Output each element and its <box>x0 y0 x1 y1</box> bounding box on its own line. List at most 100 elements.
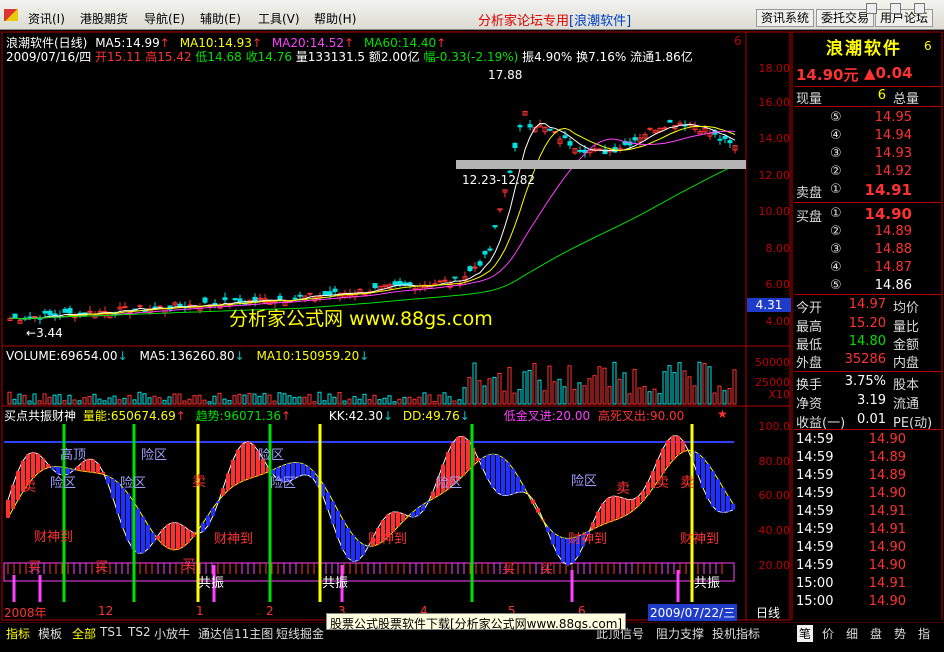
ma-line <box>9 123 736 320</box>
buy-level: ① <box>830 206 842 221</box>
volume-bar <box>612 361 617 405</box>
volume-bar <box>307 394 312 405</box>
watermark: 分析家公式网 www.88gs.com <box>229 308 493 330</box>
candle-body <box>442 279 448 282</box>
volume-bar <box>652 388 657 405</box>
volume-bar <box>522 371 527 405</box>
candle-body <box>27 316 33 319</box>
volume-bar <box>517 389 522 405</box>
volume-bar <box>662 371 667 405</box>
buy-price: 14.89 <box>874 224 912 239</box>
rtab-trend[interactable]: 势 <box>894 625 906 642</box>
tab-xiaofangniu[interactable]: 小放牛 <box>154 625 190 642</box>
candle-body <box>32 316 38 319</box>
volume-bar <box>397 398 402 405</box>
close-icon[interactable] <box>914 3 925 14</box>
price-tick: 6.00 <box>765 278 791 291</box>
tick-price: 14.91 <box>868 522 906 537</box>
rtab-tick[interactable]: 笔 <box>797 625 814 642</box>
tab-support[interactable]: 阻力支撑 <box>656 625 704 642</box>
volume-bar <box>132 399 137 405</box>
volume-bar <box>337 391 342 405</box>
wealth-label: 财神到 <box>680 532 720 547</box>
candle-body <box>177 303 183 307</box>
volume-bar <box>332 396 337 405</box>
volume-bar <box>297 396 302 405</box>
info-system-button[interactable]: 资讯系统 <box>756 9 815 27</box>
top-label: 高顶 <box>60 448 87 463</box>
menu-info[interactable]: 资讯(I) <box>28 10 65 27</box>
volume-bar <box>342 400 347 405</box>
price-change: ▲0.04 <box>864 64 913 82</box>
candle-body <box>577 149 583 152</box>
stat-value: 14.80 <box>848 334 886 349</box>
volume-bars <box>7 361 737 405</box>
buy-label: 买 <box>502 562 516 577</box>
rtab-detail[interactable]: 细 <box>846 625 858 642</box>
tab-template[interactable]: 模板 <box>38 625 62 642</box>
volume-bar <box>442 392 447 405</box>
volume-scale: X10 <box>768 388 790 401</box>
volume-bar <box>22 394 27 405</box>
volume-bar <box>322 400 327 405</box>
tab-all[interactable]: 全部 <box>72 625 96 642</box>
volume-bar <box>42 393 47 405</box>
ma-line <box>9 164 736 320</box>
tab-ts1[interactable]: TS1 <box>100 625 123 639</box>
stock-name: 浪潮软件 <box>826 39 902 59</box>
sell-label: 卖 <box>192 474 206 490</box>
max-price-label: 17.88 <box>488 68 523 82</box>
volume-bar <box>47 396 52 405</box>
volume-bar <box>467 377 472 405</box>
volume-bar <box>202 399 207 405</box>
rtab-book[interactable]: 盘 <box>870 625 882 642</box>
indicator-tick: 80.00 <box>758 455 791 468</box>
volume-label: 量133131.5 <box>295 50 366 64</box>
period-label: 日线 <box>756 606 781 620</box>
volume-bar <box>462 387 467 405</box>
volume-bar <box>227 400 232 405</box>
volume-bar <box>102 400 107 405</box>
volume-bar <box>97 398 102 405</box>
menu-aux[interactable]: 辅助(E) <box>200 10 241 27</box>
volume-bar <box>57 394 62 405</box>
menu-nav[interactable]: 导航(E) <box>144 10 185 27</box>
volume-bar <box>727 388 732 405</box>
volume-bar <box>457 399 462 405</box>
menu-tools[interactable]: 工具(V) <box>258 10 300 27</box>
price-tick: 10.00 <box>758 205 791 218</box>
volume-bar <box>222 398 227 405</box>
rtab-price[interactable]: 价 <box>822 625 834 642</box>
minimize-icon[interactable] <box>866 3 877 14</box>
volume-bar <box>237 393 242 405</box>
volume-bar <box>472 362 477 405</box>
amplitude-label: 振4.90% <box>522 50 573 64</box>
tab-short-line[interactable]: 短线掘金 <box>276 625 324 642</box>
volume-bar <box>232 395 237 405</box>
tab-indicator[interactable]: 指标 <box>6 625 30 642</box>
tick-time: 14:59 <box>796 540 834 555</box>
date-tick: 1 <box>196 604 204 618</box>
candle-body <box>717 138 723 141</box>
buy-price: 14.86 <box>874 278 912 293</box>
volume-bar <box>192 395 197 405</box>
indicator-tick: 40.00 <box>758 524 791 537</box>
tab-tdx11[interactable]: 通达信11主图 <box>198 625 273 642</box>
buy-price: 14.88 <box>874 242 912 257</box>
menu-help[interactable]: 帮助(H) <box>314 10 356 27</box>
candle-body <box>237 298 243 303</box>
candle-body <box>477 261 483 266</box>
tab-speculation[interactable]: 投机指标 <box>712 625 760 642</box>
restore-icon[interactable] <box>890 3 901 14</box>
volume-bar <box>407 396 412 405</box>
download-notice[interactable]: 股票公式股票软件下载[分析家公式网www.88gs.com] <box>326 613 627 631</box>
volume-bar <box>707 366 712 405</box>
volume-bar <box>92 393 97 405</box>
tab-ts2[interactable]: TS2 <box>128 625 151 639</box>
now-volume-value: 6 <box>877 88 886 103</box>
rtab-index[interactable]: 指 <box>918 625 930 642</box>
volume-bar <box>137 391 142 405</box>
candle-body <box>527 124 533 128</box>
menu-hk-futures[interactable]: 港股期货 <box>80 10 128 27</box>
price-tag: 4.31 <box>747 298 791 312</box>
